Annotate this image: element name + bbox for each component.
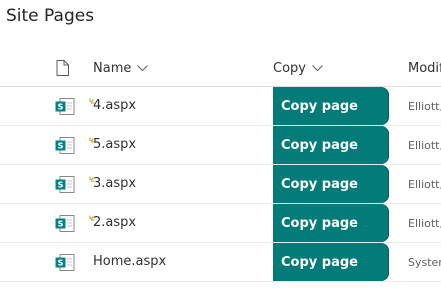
sharepoint-page-icon: S: [55, 215, 75, 232]
copy-page-label: Copy page: [281, 254, 358, 270]
modified-by: Elliott,: [408, 217, 441, 230]
chevron-down-icon: [137, 64, 149, 72]
list-row[interactable]: S 3.aspx Copy page Elliott,: [0, 165, 441, 204]
copy-page-button[interactable]: Copy page: [273, 126, 389, 164]
chevron-down-icon: [312, 64, 323, 72]
modified-by: Elliott,: [408, 100, 441, 113]
svg-text:S: S: [58, 220, 64, 229]
page-title: Site Pages: [6, 6, 95, 26]
modified-column-header[interactable]: Modif: [408, 50, 441, 86]
copy-column-label: Copy: [273, 60, 306, 76]
copy-page-button[interactable]: Copy page: [273, 243, 389, 281]
list-row[interactable]: S 5.aspx Copy page Elliott,: [0, 126, 441, 165]
sharepoint-page-icon: S: [55, 176, 75, 193]
copy-page-label: Copy page: [281, 215, 358, 231]
file-name-link[interactable]: 3.aspx: [93, 176, 136, 191]
copy-page-label: Copy page: [281, 176, 358, 192]
copy-page-label: Copy page: [281, 98, 358, 114]
file-name-link[interactable]: Home.aspx: [93, 254, 166, 269]
list-row[interactable]: S 2.aspx Copy page Elliott,: [0, 204, 441, 243]
document-icon: [56, 60, 69, 76]
copy-page-label: Copy page: [281, 137, 358, 153]
file-name-link[interactable]: 5.aspx: [93, 137, 136, 152]
svg-text:S: S: [58, 259, 64, 268]
list-header: Name Copy Modif: [0, 50, 441, 87]
copy-column-header[interactable]: Copy: [273, 50, 323, 86]
svg-text:S: S: [58, 103, 64, 112]
sharepoint-page-icon: S: [55, 98, 75, 115]
file-type-column-header[interactable]: [56, 50, 69, 86]
list-row[interactable]: S Home.aspx Copy page System: [0, 243, 441, 282]
file-name-link[interactable]: 2.aspx: [93, 215, 136, 230]
svg-text:S: S: [58, 181, 64, 190]
sharepoint-page-icon: S: [55, 137, 75, 154]
modified-column-label: Modif: [408, 60, 441, 76]
name-column-label: Name: [93, 60, 132, 76]
list-row[interactable]: S 4.aspx Copy page Elliott,: [0, 87, 441, 126]
modified-by: Elliott,: [408, 139, 441, 152]
copy-page-button[interactable]: Copy page: [273, 165, 389, 203]
svg-text:S: S: [58, 142, 64, 151]
copy-page-button[interactable]: Copy page: [273, 87, 389, 125]
modified-by: System: [408, 256, 441, 269]
file-name-link[interactable]: 4.aspx: [93, 98, 136, 113]
sharepoint-page-icon: S: [55, 254, 75, 271]
copy-page-button[interactable]: Copy page: [273, 204, 389, 242]
name-column-header[interactable]: Name: [93, 50, 149, 86]
modified-by: Elliott,: [408, 178, 441, 191]
